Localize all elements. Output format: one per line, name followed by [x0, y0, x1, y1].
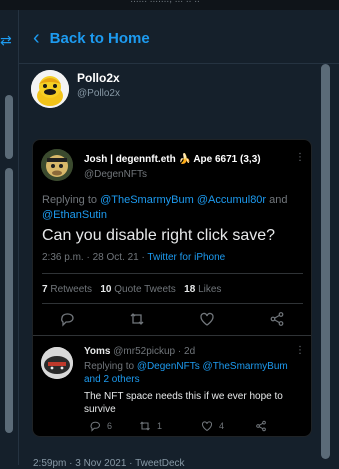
reply-like-button[interactable]: 4 [201, 420, 224, 432]
left-scrollbar-thumb[interactable] [5, 95, 13, 159]
conjunction-text: and [266, 194, 288, 206]
like-count: 4 [219, 421, 225, 431]
likes-count[interactable]: 18 [184, 284, 195, 295]
window-top-strip: ~~~ ...... ......., ... .. .. [0, 0, 339, 10]
quoted-author-handle[interactable]: @DegenNFTs [84, 169, 147, 180]
reply-avatar-icon [41, 347, 73, 379]
more-options-icon[interactable]: ⋮ [295, 152, 305, 163]
header-divider [19, 63, 339, 64]
tweet-detail-column: ‹ Back to Home Pollo2x @Pollo2x Josh | d… [19, 10, 339, 469]
reply-reply-button[interactable]: 6 [89, 420, 112, 432]
mention-link[interactable]: @TheSmarmyBum [203, 361, 288, 372]
share-icon [256, 420, 266, 432]
mention-link[interactable]: @TheSmarmyBum [100, 194, 194, 206]
retweets-label[interactable]: Retweets [50, 284, 92, 295]
reply-header: Yoms @mr52pickup · 2d [84, 346, 195, 357]
reply-author-name[interactable]: Yoms [84, 346, 111, 357]
retweet-count: 1 [157, 421, 163, 431]
reply-text: The NFT space needs this if we ever hope… [84, 391, 283, 415]
reply-replying-to-line: Replying to @DegenNFTs @TheSmarmyBum and… [84, 360, 306, 386]
divider [42, 273, 303, 274]
profile-display-name[interactable]: Pollo2x [77, 71, 120, 85]
back-to-home-button[interactable]: ‹ Back to Home [33, 28, 150, 48]
back-to-home-label: Back to Home [49, 29, 150, 47]
reply-icon [90, 421, 101, 432]
replying-to-prefix: Replying to [42, 194, 101, 206]
likes-label[interactable]: Likes [198, 284, 221, 295]
main-scrollbar[interactable] [321, 64, 330, 459]
reply-retweet-button[interactable]: 1 [139, 420, 162, 432]
ape-avatar-icon [41, 149, 73, 181]
tweet-actions [33, 311, 311, 331]
retweet-icon [140, 421, 150, 431]
mention-link[interactable]: @DegenNFTs [137, 361, 200, 372]
tweet-timestamp: 2:36 p.m. · 28 Oct. 21 · Twitter for iPh… [42, 252, 225, 263]
swap-icon[interactable]: ⇄ [0, 32, 12, 49]
author-avatar[interactable] [41, 149, 73, 181]
reply-author-avatar[interactable] [41, 347, 73, 379]
retweet-icon[interactable] [129, 311, 145, 327]
left-column-edge: ⇄ [0, 10, 19, 465]
left-scrollbar-track[interactable] [5, 168, 13, 433]
reply-more-options-icon[interactable]: ⋮ [295, 345, 305, 356]
retweets-count[interactable]: 7 [42, 284, 48, 295]
tweet-text: Can you disable right click save? [42, 227, 276, 244]
divider [42, 303, 303, 304]
replying-to-line: Replying to @TheSmarmyBum @Accumul80r an… [42, 193, 292, 223]
mention-link[interactable]: @Accumul80r [197, 194, 266, 206]
chick-avatar-icon [31, 70, 69, 108]
and-others-link[interactable]: and 2 others [84, 374, 140, 385]
mention-link[interactable]: @EthanSutin [42, 209, 107, 221]
reply-count: 6 [107, 421, 113, 431]
like-icon[interactable] [199, 311, 215, 327]
window-top-text: ~~~ ...... ......., ... .. .. [110, 0, 200, 5]
divider [33, 335, 311, 336]
chevron-left-icon: ‹ [33, 27, 40, 49]
tweet-stats: 7 Retweets 10 Quote Tweets 18 Likes [42, 284, 221, 295]
avatar[interactable] [31, 70, 69, 108]
like-icon [201, 421, 213, 432]
quoted-author-name[interactable]: Josh | degennft.eth 🍌 Ape 6671 (3,3) [84, 154, 261, 165]
quotes-count[interactable]: 10 [100, 284, 111, 295]
share-icon[interactable] [269, 311, 285, 327]
embedded-tweet-card[interactable]: Josh | degennft.eth 🍌 Ape 6671 (3,3) @De… [32, 139, 312, 437]
profile-handle[interactable]: @Pollo2x [77, 88, 120, 99]
tweet-time[interactable]: 2:36 p.m. · 28 Oct. 21 · [42, 252, 147, 263]
reply-share-button[interactable] [255, 420, 273, 432]
reply-author-meta[interactable]: @mr52pickup · 2d [111, 346, 195, 357]
tweet-footer-timestamp[interactable]: 2:59pm · 3 Nov 2021 · TweetDeck [33, 458, 185, 469]
quotes-label[interactable]: Quote Tweets [114, 284, 176, 295]
tweet-source-link[interactable]: Twitter for iPhone [147, 252, 225, 263]
reply-actions: 6 1 4 [33, 420, 311, 434]
reply-icon[interactable] [59, 311, 75, 327]
replying-to-prefix: Replying to [84, 361, 137, 372]
